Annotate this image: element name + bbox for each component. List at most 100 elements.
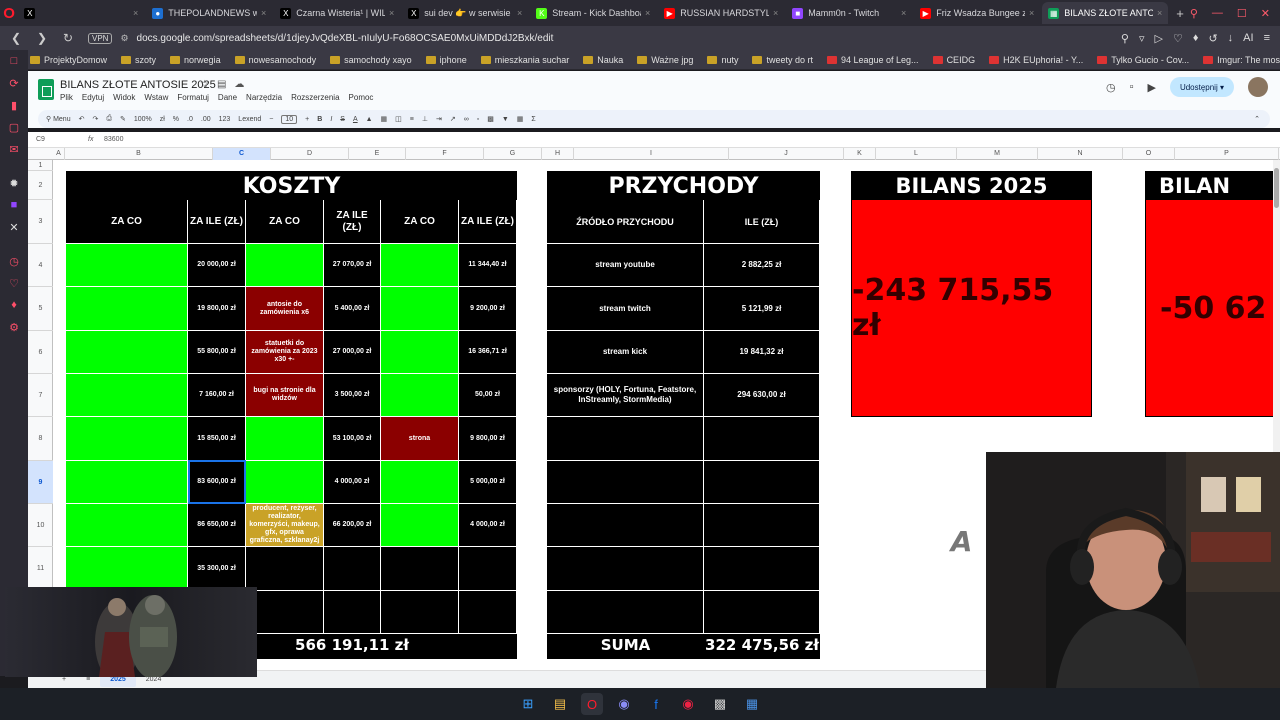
koszty-cell[interactable]: 35 300,00 zł — [188, 547, 246, 591]
selected-cell[interactable] — [188, 460, 246, 504]
koszty-cell[interactable]: 3 500,00 zł — [324, 374, 381, 417]
przychody-cell[interactable] — [704, 504, 820, 547]
percent-icon[interactable]: % — [173, 116, 179, 123]
menu-item-6[interactable]: Narzędzia — [246, 93, 282, 102]
menu-item-0[interactable]: Plik — [60, 93, 73, 102]
tab-close-icon[interactable]: × — [1157, 8, 1162, 18]
koszty-cell[interactable]: 20 000,00 zł — [188, 244, 246, 287]
column-header-i[interactable]: I — [574, 148, 729, 160]
comments-icon[interactable]: ▫ — [1130, 81, 1134, 93]
share-button[interactable]: Udostępnij ▾ — [1169, 77, 1234, 97]
star-icon[interactable]: ☆ — [200, 79, 209, 90]
zoom-select[interactable]: 100% — [134, 116, 152, 123]
browser-tab[interactable]: ■ Mamm0n - Twitch × — [786, 2, 912, 24]
koszty-cell[interactable]: 4 000,00 zł — [324, 461, 381, 504]
sidebar-history-icon[interactable]: ◷ — [0, 250, 28, 272]
bookmark-item[interactable]: 94 League of Leg... — [826, 55, 919, 65]
share-icon[interactable]: ↺ — [1208, 32, 1217, 45]
column-header-p[interactable]: P — [1175, 148, 1279, 160]
column-header-d[interactable]: D — [271, 148, 349, 160]
przychody-cell[interactable] — [704, 547, 820, 591]
column-header-m[interactable]: M — [957, 148, 1038, 160]
strikethrough-icon[interactable]: S — [340, 116, 345, 123]
comment-icon[interactable]: ▫ — [477, 116, 479, 123]
player-icon[interactable]: ▷ — [1154, 32, 1162, 45]
column-header-b[interactable]: B — [65, 148, 213, 160]
menu-item-7[interactable]: Rozszerzenia — [291, 93, 339, 102]
bookmark-item[interactable]: nuty — [707, 55, 738, 65]
koszty-cell[interactable] — [246, 244, 324, 287]
row-header-1[interactable]: 1 — [28, 160, 53, 171]
przychody-cell[interactable] — [704, 461, 820, 504]
koszty-cell[interactable] — [381, 287, 459, 331]
koszty-cell[interactable] — [246, 547, 324, 591]
italic-icon[interactable]: I — [330, 116, 332, 123]
text-color-icon[interactable]: A — [353, 116, 358, 123]
collapse-toolbar-icon[interactable]: ⌃ — [1254, 115, 1270, 123]
meet-icon[interactable]: ▶ — [1147, 81, 1155, 94]
sidebar-home-icon[interactable]: □ — [0, 50, 28, 72]
row-header-5[interactable]: 5 — [28, 287, 53, 331]
start-menu-icon[interactable]: ⊞ — [517, 693, 539, 715]
new-tab-button[interactable]: + — [1170, 6, 1190, 21]
print-icon[interactable]: ⎙ — [106, 115, 112, 123]
koszty-cell[interactable]: 7 160,00 zł — [188, 374, 246, 417]
browser-tab[interactable]: ▦ BILANS ZŁOTE ANTOSIE 2 × — [1042, 2, 1169, 24]
koszty-cell[interactable]: 50,00 zł — [459, 374, 517, 417]
przychody-cell[interactable] — [704, 417, 820, 461]
koszty-cell[interactable]: antosie do zamówienia x6 — [246, 287, 324, 331]
menu-item-5[interactable]: Dane — [218, 93, 237, 102]
tab-close-icon[interactable]: × — [773, 8, 778, 18]
column-header-f[interactable]: F — [406, 148, 484, 160]
opera-taskbar-icon[interactable]: O — [581, 693, 603, 715]
koszty-cell[interactable] — [381, 374, 459, 417]
column-header-c[interactable]: C — [213, 148, 271, 160]
paint-format-icon[interactable]: ✎ — [120, 115, 126, 123]
font-size-increase-icon[interactable]: + — [305, 116, 309, 123]
discord-icon[interactable]: ◉ — [613, 693, 635, 715]
bookmark-item[interactable]: norwegia — [170, 55, 221, 65]
menu-icon[interactable]: ≡ — [1264, 32, 1270, 45]
decrease-decimals-button[interactable]: .0 — [187, 116, 193, 123]
close-window-icon[interactable]: ✕ — [1261, 7, 1270, 20]
koszty-cell[interactable]: producent, reżyser, realizator, komerzyś… — [246, 504, 324, 547]
url-input[interactable]: docs.google.com/spreadsheets/d/1djeyJvQd… — [137, 33, 554, 44]
koszty-cell[interactable]: 66 200,00 zł — [324, 504, 381, 547]
koszty-cell[interactable]: 27 000,00 zł — [324, 331, 381, 374]
koszty-cell[interactable]: 53 100,00 zł — [324, 417, 381, 461]
column-header-h[interactable]: H — [542, 148, 574, 160]
search-tabs-icon[interactable]: ⚲ — [1190, 7, 1198, 20]
koszty-cell[interactable] — [246, 417, 324, 461]
column-header-j[interactable]: J — [729, 148, 844, 160]
undo-icon[interactable]: ↶ — [79, 115, 85, 123]
sidebar-wallet-icon[interactable]: ▮ — [0, 94, 28, 116]
przychody-cell[interactable] — [547, 417, 704, 461]
koszty-cell[interactable]: 5 000,00 zł — [459, 461, 517, 504]
document-title[interactable]: BILANS ZŁOTE ANTOSIE 2025 — [60, 79, 216, 91]
tab-close-icon[interactable]: × — [645, 8, 650, 18]
align-icon[interactable]: ≡ — [410, 116, 414, 123]
row-header-4[interactable]: 4 — [28, 244, 53, 287]
sidebar-extensions-icon[interactable]: ♦ — [0, 294, 28, 316]
koszty-cell[interactable]: 4 000,00 zł — [459, 504, 517, 547]
menu-item-4[interactable]: Formatuj — [177, 93, 209, 102]
browser-tab[interactable]: ▶ Friz Wsadza Bungee za K × — [914, 2, 1040, 24]
row-header-6[interactable]: 6 — [28, 331, 53, 374]
version-history-icon[interactable]: ◷ — [1106, 81, 1116, 94]
browser-tab[interactable]: X × — [18, 2, 144, 24]
przychody-cell[interactable]: stream kick — [547, 331, 704, 374]
koszty-cell[interactable] — [381, 244, 459, 287]
koszty-cell[interactable] — [324, 547, 381, 591]
koszty-cell[interactable] — [381, 331, 459, 374]
koszty-cell[interactable]: 9 800,00 zł — [459, 417, 517, 461]
koszty-cell[interactable] — [381, 547, 459, 591]
przychody-cell[interactable]: 2 882,25 zł — [704, 244, 820, 287]
sidebar-player-icon[interactable]: ▢ — [0, 116, 28, 138]
koszty-cell[interactable]: bugi na stronie dla widzów — [246, 374, 324, 417]
tab-close-icon[interactable]: × — [133, 8, 138, 18]
bookmark-item[interactable]: iphone — [425, 55, 467, 65]
koszty-cell[interactable]: statuetki do zamówienia za 2023 x30 +- — [246, 331, 324, 374]
bookmark-item[interactable]: samochody xayo — [330, 55, 412, 65]
menu-item-2[interactable]: Widok — [113, 93, 135, 102]
koszty-cell[interactable] — [381, 504, 459, 547]
